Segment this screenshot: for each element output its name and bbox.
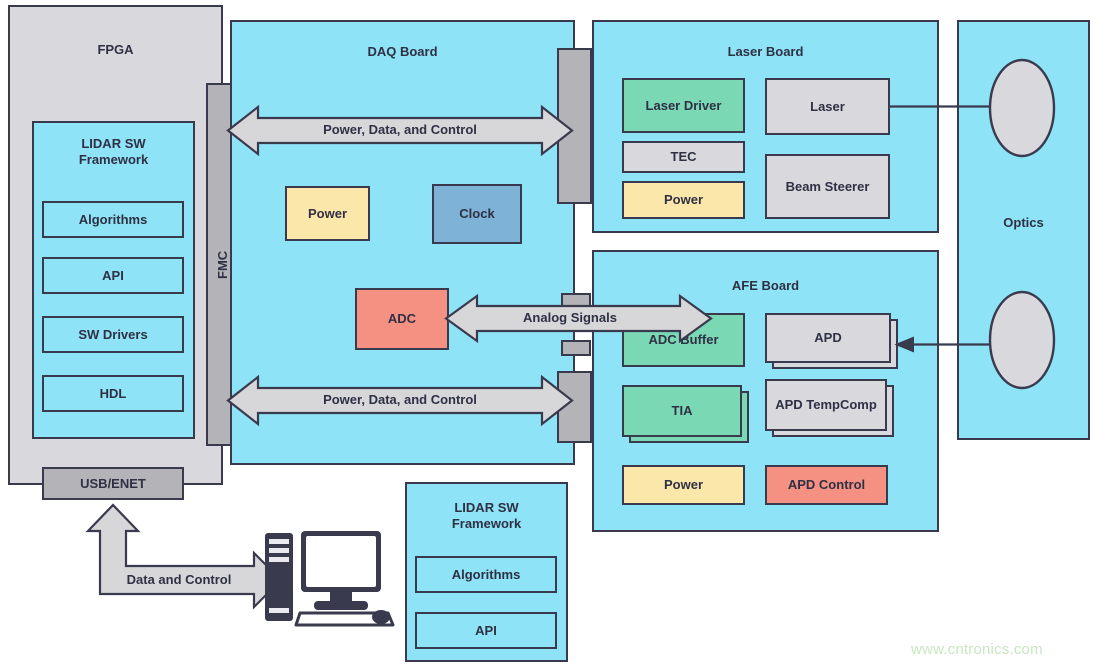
watermark: www.cntronics.com bbox=[911, 641, 1043, 658]
arrow-power-data-control-top bbox=[226, 104, 574, 157]
arrow-data-and-control bbox=[85, 503, 283, 610]
lidar-block-diagram: FPGA LIDAR SW Framework Algorithms API S… bbox=[0, 0, 1098, 669]
optics-to-apd-arrowhead bbox=[894, 336, 914, 353]
optics-lens-transmit bbox=[988, 58, 1056, 158]
desktop-computer-icon bbox=[265, 531, 395, 627]
arrow-power-data-control-bottom bbox=[226, 374, 574, 427]
optics-lens-receive bbox=[988, 290, 1056, 390]
diagram-connectors-layer bbox=[85, 58, 1056, 627]
arrow-analog-signals bbox=[444, 293, 713, 344]
